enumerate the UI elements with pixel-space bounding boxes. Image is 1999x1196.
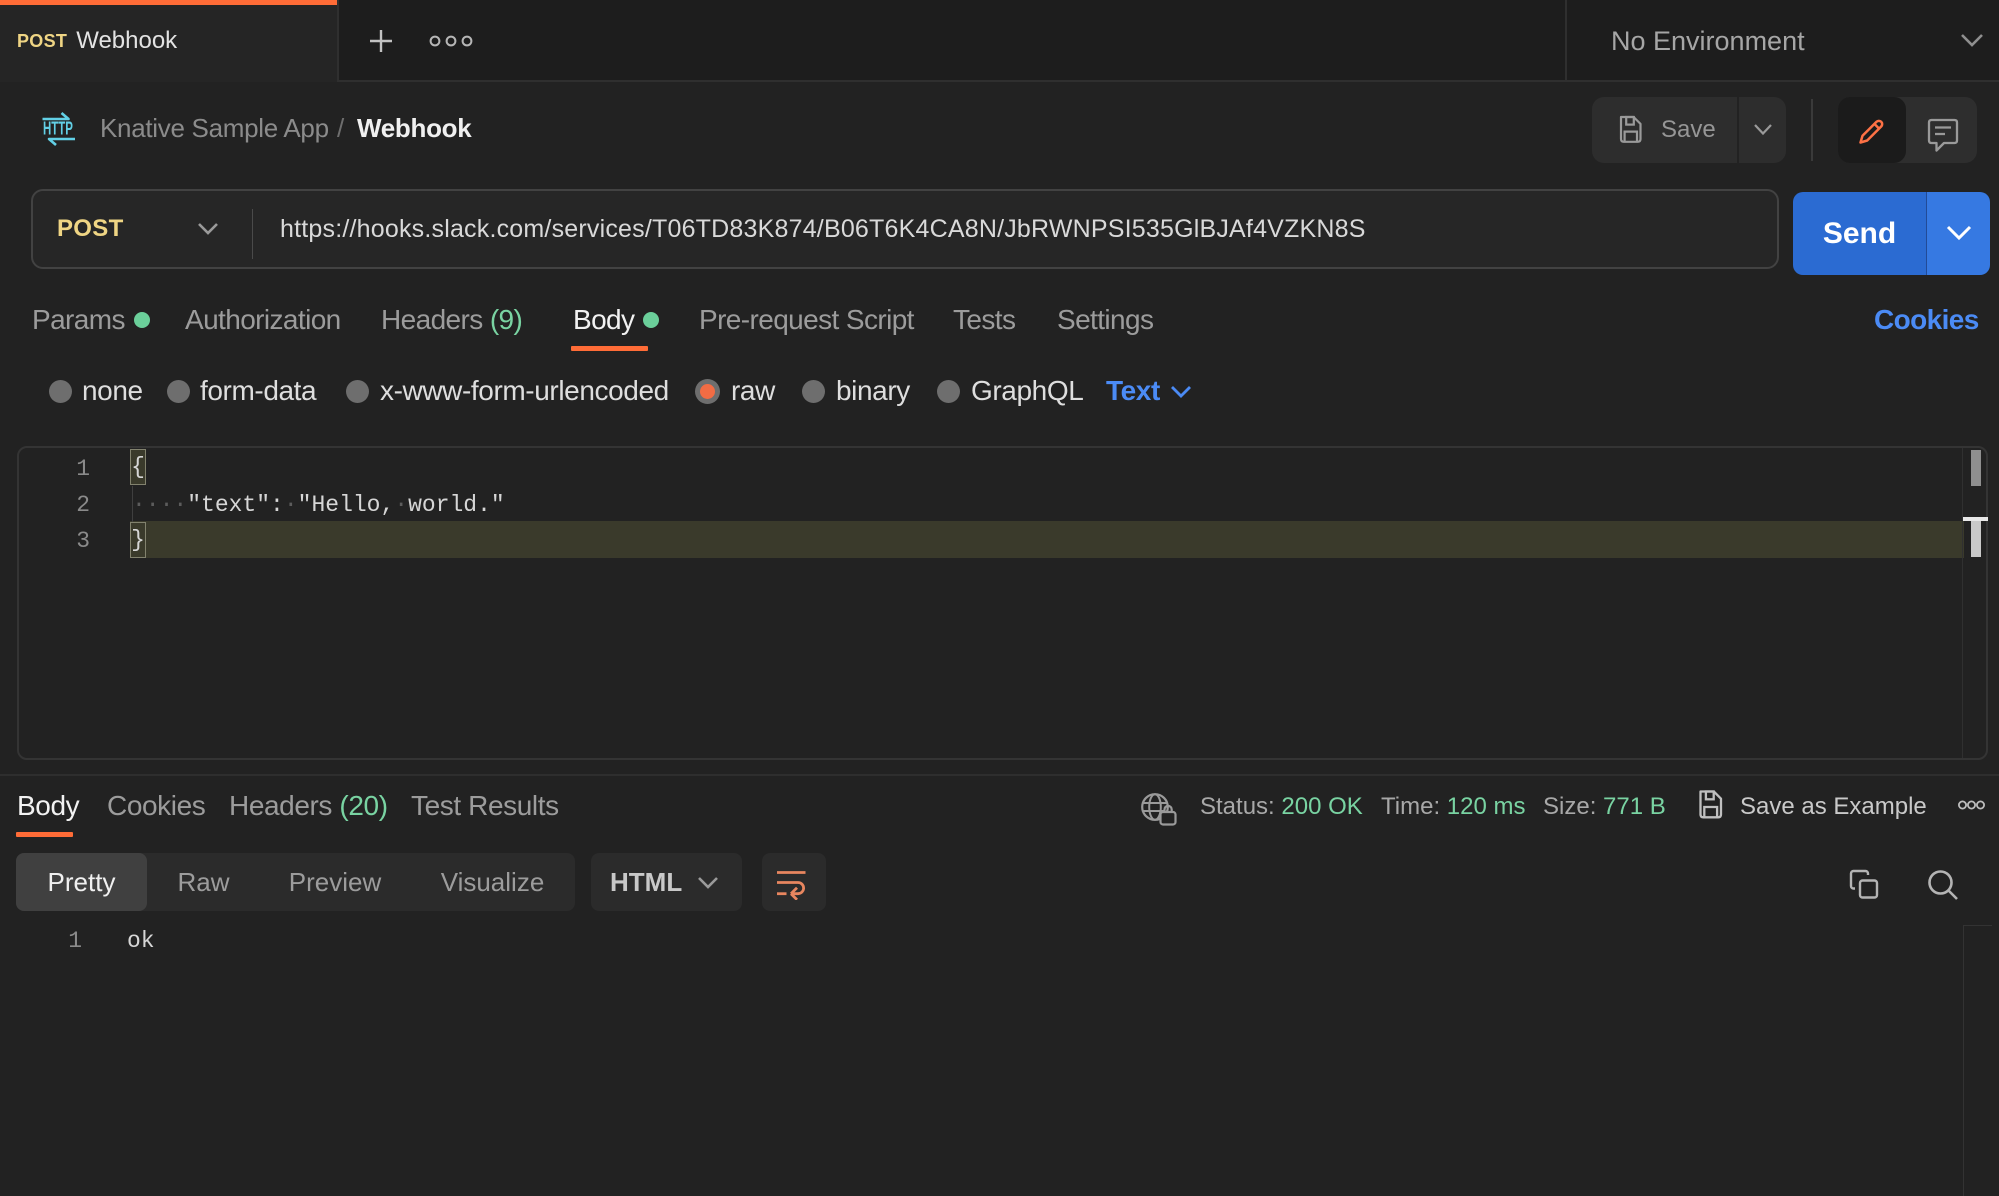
svg-text:HTTP: HTTP bbox=[43, 119, 73, 139]
